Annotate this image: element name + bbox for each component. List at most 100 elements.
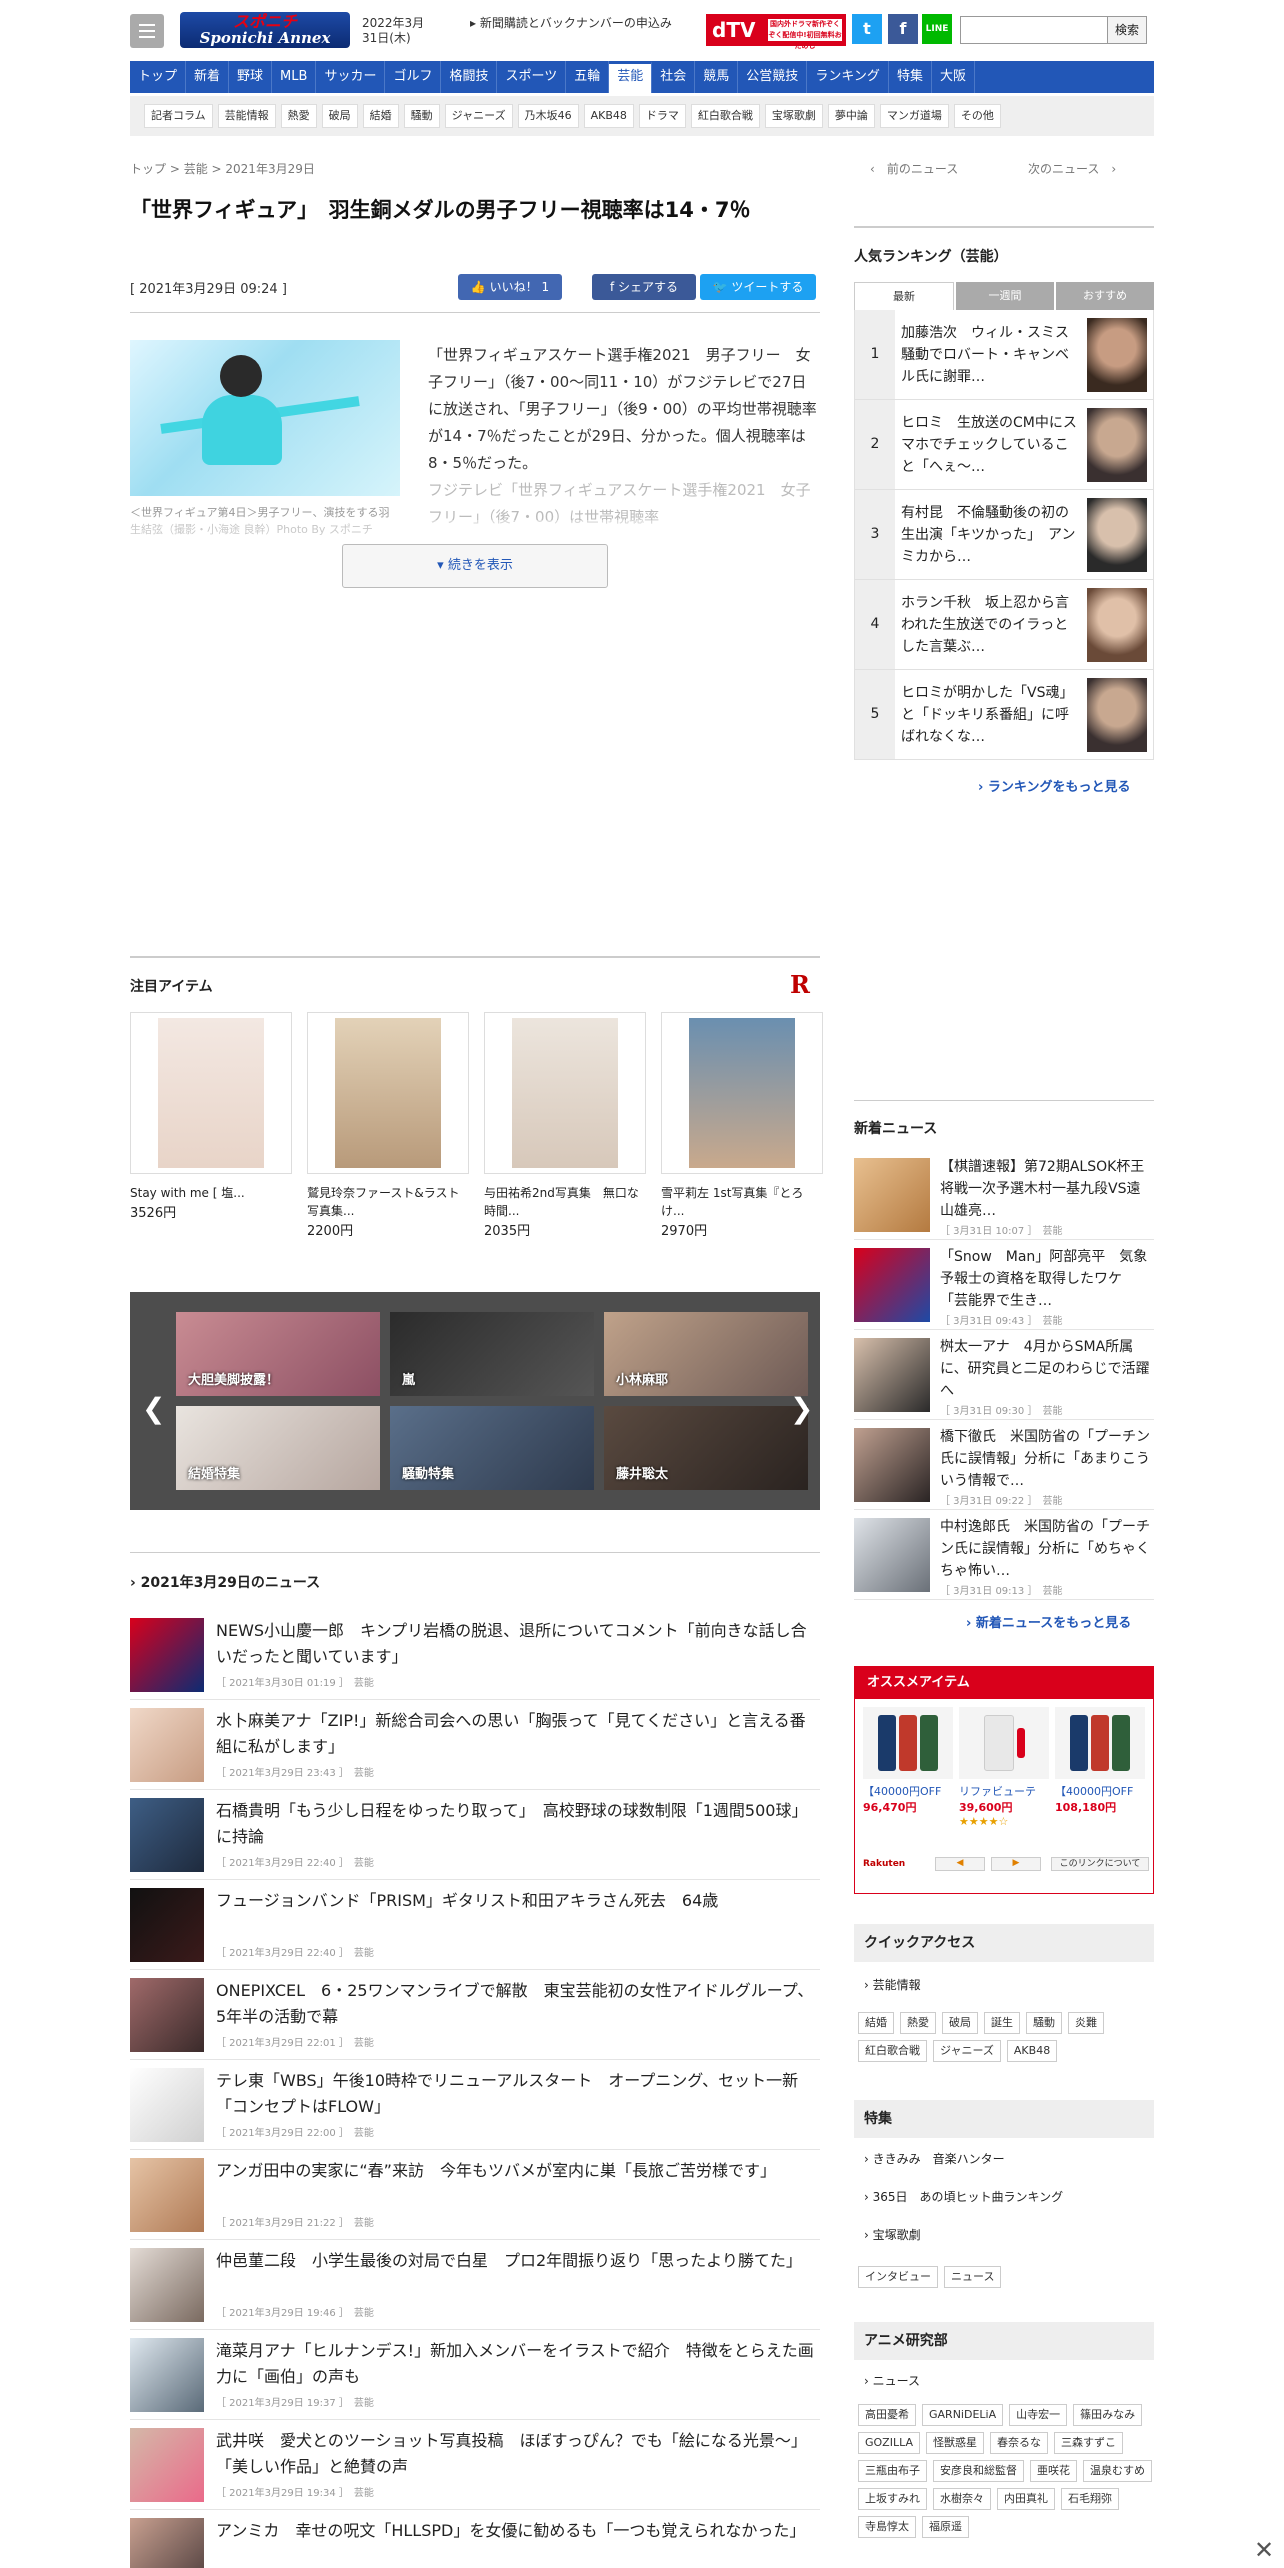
nav-item[interactable]: 社会 <box>652 61 696 93</box>
subnav-item[interactable]: AKB48 <box>583 104 634 128</box>
ranking-headline[interactable]: ヒロミ 生放送のCM中にスマホでチェックしていること「へぇ～… <box>901 412 1077 478</box>
search-button[interactable]: 検索 <box>1107 16 1147 44</box>
carousel-cell[interactable]: 小林麻耶 <box>604 1312 808 1396</box>
news-item[interactable]: アンミカ 幸せの呪文「HLLSPD」を女優に勧めるも「一つも覚えられなかった」［… <box>130 2510 820 2568</box>
new-news-item[interactable]: 桝太一アナ 4月からSMA所属に、研究員と二足のわらじで活躍へ ［ 3月31日 0… <box>854 1330 1154 1420</box>
product-card[interactable]: リファビューテ 39,600円 ★★★★☆ <box>959 1707 1049 1828</box>
news-item[interactable]: フュージョンバンド「PRISM」ギタリスト和田アキラさん死去 64歳 ［ 2021… <box>130 1880 820 1970</box>
tag-item[interactable]: 三瓶由布子 <box>858 2460 927 2482</box>
tag-item[interactable]: 熱愛 <box>900 2012 936 2034</box>
tab-recommend[interactable]: おすすめ <box>1056 282 1154 310</box>
article-photo[interactable] <box>130 340 400 496</box>
featured-item[interactable]: 鷲見玲奈ファースト&ラスト写真集... 2200円 <box>307 1012 469 1239</box>
ranking-more-link[interactable]: › ランキングをもっと見る <box>978 776 1131 795</box>
news-item[interactable]: アンガ田中の実家に“春”来訪 今年もツバメが室内に巣「長旅ご苦労様です」 ［ 20… <box>130 2150 820 2240</box>
news-headline[interactable]: 水卜麻美アナ「ZIP!」新総合司会への思い「胸張って「見てください」と言える番組… <box>216 1708 816 1760</box>
tag-item[interactable]: 石毛翔弥 <box>1061 2488 1119 2510</box>
new-news-item[interactable]: 【棋譜速報】第72期ALSOK杯王将戦一次予選木村一基九段VS遠山雄亮… ［ 3月… <box>854 1150 1154 1240</box>
tag-item[interactable]: ニュース <box>944 2266 1002 2288</box>
next-news-link[interactable]: 次のニュース › <box>1028 160 1116 177</box>
tag-item[interactable]: 騒動 <box>1026 2012 1062 2034</box>
facebook-share-button[interactable]: f シェアする <box>592 274 696 300</box>
subnav-item[interactable]: 破局 <box>321 104 358 128</box>
news-headline[interactable]: アンミカ 幸せの呪文「HLLSPD」を女優に勧めるも「一つも覚えられなかった」 <box>216 2518 816 2544</box>
subnav-item[interactable]: マンガ道場 <box>879 104 949 128</box>
tag-item[interactable]: 安彦良和総監督 <box>933 2460 1024 2482</box>
featured-item[interactable]: 与田祐希2nd写真集 無口な時間... 2035円 <box>484 1012 646 1239</box>
dtv-banner[interactable]: dTV 国内外ドラマ新作ぞくぞく配信中!初回無料おためし <box>706 14 846 50</box>
subnav-item[interactable]: 宝塚歌劇 <box>764 104 823 128</box>
ranking-item[interactable]: 1 加藤浩次 ウィル・スミス騒動でロバート・キャンベル氏に謝罪… <box>854 310 1154 400</box>
special-link[interactable]: › 365日 あの頃ヒット曲ランキング <box>864 2188 1063 2205</box>
tab-latest[interactable]: 最新 <box>854 282 954 310</box>
prev-news-link[interactable]: ‹ 前のニュース <box>870 160 958 177</box>
news-headline[interactable]: テレ東「WBS」午後10時枠でリニューアルスタート オープニング、セット一新「コ… <box>216 2068 816 2120</box>
tag-item[interactable]: 山寺宏一 <box>1009 2404 1068 2426</box>
tag-item[interactable]: 寺島惇太 <box>858 2516 916 2538</box>
nav-item[interactable]: 芸能 <box>609 61 653 93</box>
breadcrumb-item[interactable]: 芸能 <box>184 162 208 176</box>
tag-item[interactable]: 怪獣惑星 <box>926 2432 984 2454</box>
news-item[interactable]: NEWS小山慶一郎 キンプリ岩橋の脱退、退所についてコメント「前向きな話し合いだ… <box>130 1610 820 1700</box>
quick-access-link[interactable]: › 芸能情報 <box>864 1976 921 1993</box>
subnav-item[interactable]: ドラマ <box>638 104 686 128</box>
new-news-headline[interactable]: 中村逸郎氏 米国防省の「プーチン氏に誤情報」分析に「めちゃくちゃ怖い… <box>940 1516 1150 1582</box>
product-card[interactable]: 【40000円OFF 96,470円 <box>863 1707 953 1815</box>
new-news-headline[interactable]: 「Snow Man」阿部亮平 気象予報士の資格を取得したワケ 「芸能界で生き… <box>940 1246 1150 1312</box>
ranking-headline[interactable]: 加藤浩次 ウィル・スミス騒動でロバート・キャンベル氏に謝罪… <box>901 322 1077 388</box>
news-headline[interactable]: NEWS小山慶一郎 キンプリ岩橋の脱退、退所についてコメント「前向きな話し合いだ… <box>216 1618 816 1670</box>
tag-item[interactable]: 亜咲花 <box>1030 2460 1077 2482</box>
chevron-left-icon[interactable]: ❮ <box>142 1392 165 1425</box>
ranking-headline[interactable]: ヒロミが明かした「VS魂」と「ドッキリ系番組」に呼ばれなくな… <box>901 682 1077 748</box>
about-link-button[interactable]: このリンクについて <box>1051 1857 1149 1871</box>
product-card[interactable]: 【40000円OFF 108,180円 <box>1055 1707 1145 1815</box>
nav-item[interactable]: サッカー <box>316 61 386 93</box>
nav-item[interactable]: 特集 <box>889 61 932 93</box>
news-item[interactable]: 石橋貴明「もう少し日程をゆったり取って」 高校野球の球数制限「1週間500球」に… <box>130 1790 820 1880</box>
news-item[interactable]: テレ東「WBS」午後10時枠でリニューアルスタート オープニング、セット一新「コ… <box>130 2060 820 2150</box>
tag-item[interactable]: GARNiDELiA <box>922 2404 1004 2426</box>
subnav-item[interactable]: 熱愛 <box>280 104 317 128</box>
ranking-item[interactable]: 4 ホラン千秋 坂上忍から言われた生放送でのイラっとした言葉ぶ… <box>854 580 1154 670</box>
news-headline[interactable]: 武井咲 愛犬とのツーショット写真投稿 ほぼすっぴん？でも「絵になる光景～」「美し… <box>216 2428 816 2480</box>
new-news-item[interactable]: 「Snow Man」阿部亮平 気象予報士の資格を取得したワケ 「芸能界で生き… ［… <box>854 1240 1154 1330</box>
tag-item[interactable]: インタビュー <box>858 2266 938 2288</box>
prev-product-button[interactable]: ◀ <box>935 1857 985 1871</box>
new-news-item[interactable]: 橋下徹氏 米国防省の「プーチン氏に誤情報」分析に「あまりこういう情報で… ［ 3月… <box>854 1420 1154 1510</box>
special-link[interactable]: › ききみみ 音楽ハンター <box>864 2150 1005 2167</box>
featured-item[interactable]: 雪平莉左 1st写真集『とろけ... 2970円 <box>661 1012 823 1239</box>
carousel-cell[interactable]: 藤井聡太 <box>604 1406 808 1490</box>
subnav-item[interactable]: 紅白歌合戦 <box>690 104 760 128</box>
news-headline[interactable]: 滝菜月アナ「ヒルナンデス!」新加入メンバーをイラストで紹介 特徴をとらえた画力に… <box>216 2338 816 2390</box>
new-news-headline[interactable]: 桝太一アナ 4月からSMA所属に、研究員と二足のわらじで活躍へ <box>940 1336 1150 1402</box>
close-icon[interactable]: ✕ <box>1254 2536 1274 2564</box>
site-logo[interactable]: スポニチ Sponichi Annex <box>180 12 350 48</box>
news-headline[interactable]: 仲邑菫二段 小学生最後の対局で白星 プロ2年間振り返り「思ったより勝てた」 <box>216 2248 816 2274</box>
facebook-icon[interactable]: f <box>888 14 918 44</box>
news-item[interactable]: 武井咲 愛犬とのツーショット写真投稿 ほぼすっぴん？でも「絵になる光景～」「美し… <box>130 2420 820 2510</box>
ranking-item[interactable]: 5 ヒロミが明かした「VS魂」と「ドッキリ系番組」に呼ばれなくな… <box>854 670 1154 760</box>
tag-item[interactable]: 篠田みなみ <box>1073 2404 1143 2426</box>
tag-item[interactable]: 高田憂希 <box>858 2404 916 2426</box>
new-news-headline[interactable]: 【棋譜速報】第72期ALSOK杯王将戦一次予選木村一基九段VS遠山雄亮… <box>940 1156 1150 1222</box>
ranking-headline[interactable]: 有村昆 不倫騒動後の初の生出演「キツかった」 アンミカから… <box>901 502 1077 568</box>
new-news-item[interactable]: 中村逸郎氏 米国防省の「プーチン氏に誤情報」分析に「めちゃくちゃ怖い… ［ 3月3… <box>854 1510 1154 1600</box>
subnav-item[interactable]: その他 <box>953 104 1001 128</box>
nav-item[interactable]: ゴルフ <box>385 61 442 93</box>
twitter-icon[interactable]: t <box>852 14 882 44</box>
nav-item[interactable]: 新着 <box>186 61 230 93</box>
news-item[interactable]: 水卜麻美アナ「ZIP!」新総合司会への思い「胸張って「見てください」と言える番組… <box>130 1700 820 1790</box>
news-item[interactable]: ONEPIXCEL 6・25ワンマンライブで解散 東宝芸能初の女性アイドルグルー… <box>130 1970 820 2060</box>
special-link[interactable]: › 宝塚歌劇 <box>864 2226 921 2243</box>
tweet-button[interactable]: 🐦 ツイートする <box>700 274 816 300</box>
tag-item[interactable]: 内田真礼 <box>997 2488 1055 2510</box>
subnav-item[interactable]: 結婚 <box>362 104 399 128</box>
nav-item[interactable]: 公営競技 <box>738 61 808 93</box>
news-headline[interactable]: フュージョンバンド「PRISM」ギタリスト和田アキラさん死去 64歳 <box>216 1888 816 1914</box>
tag-item[interactable]: 紅白歌合戦 <box>858 2040 927 2062</box>
nav-item[interactable]: 格闘技 <box>441 61 498 93</box>
subscribe-link[interactable]: ▸ 新聞購読とバックナンバーの申込み <box>470 16 690 31</box>
subnav-item[interactable]: 夢中論 <box>827 104 875 128</box>
tag-item[interactable]: 水樹奈々 <box>933 2488 991 2510</box>
nav-item[interactable]: ランキング <box>807 61 889 93</box>
